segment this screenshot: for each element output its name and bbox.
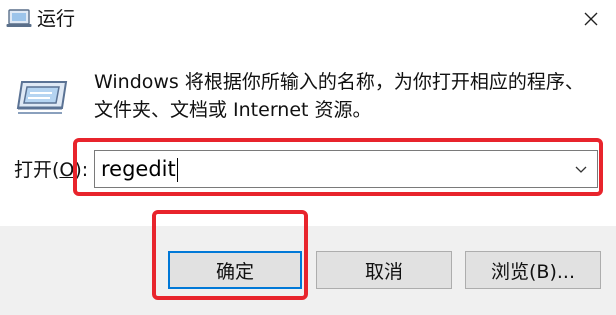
cancel-button[interactable]: 取消 (316, 251, 452, 289)
close-button[interactable] (574, 4, 608, 34)
run-dialog: 运行 Windows 将根据你所输入的名称，为你打开相应的程序、文件夹、文档或 … (0, 0, 616, 315)
chevron-down-icon (575, 166, 587, 173)
browse-button[interactable]: 浏览(B)... (465, 251, 601, 289)
ok-button[interactable]: 确定 (168, 251, 302, 289)
command-combobox[interactable]: regedit (94, 150, 598, 188)
title-bar: 运行 (0, 0, 616, 38)
close-icon (584, 12, 598, 26)
window-title: 运行 (37, 8, 76, 30)
run-app-icon (6, 7, 32, 29)
run-program-icon (14, 78, 70, 116)
command-value: regedit (101, 157, 176, 181)
dropdown-button[interactable] (571, 159, 591, 179)
open-label-suffix: ): (74, 159, 89, 181)
open-label-prefix: 打开( (14, 159, 60, 181)
open-access-key: O (59, 159, 75, 181)
open-label: 打开(O): (14, 156, 88, 184)
command-input[interactable]: regedit (101, 156, 178, 182)
text-caret (176, 158, 178, 182)
dialog-description: Windows 将根据你所输入的名称，为你打开相应的程序、文件夹、文档或 Int… (94, 71, 584, 121)
